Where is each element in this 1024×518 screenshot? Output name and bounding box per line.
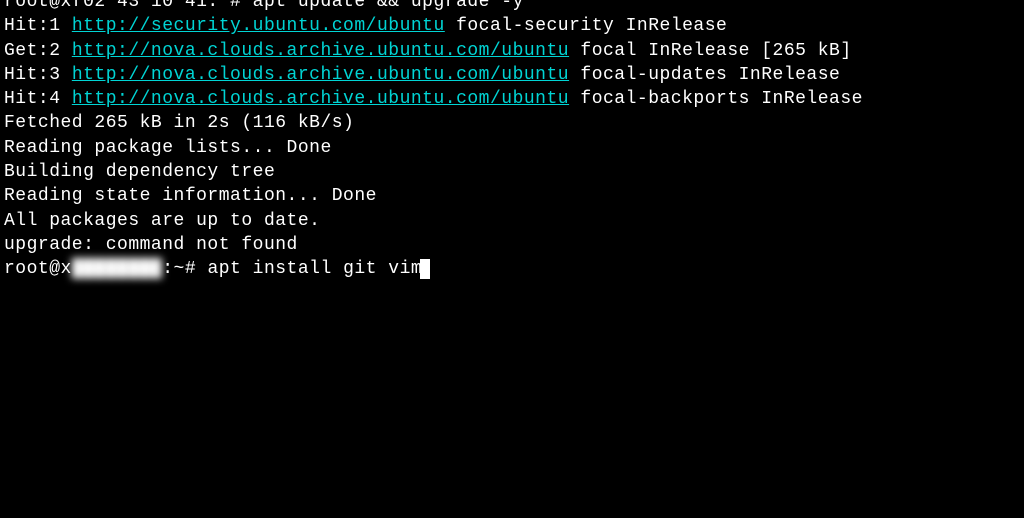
output-line: Hit:3 http://nova.clouds.archive.ubuntu.… <box>4 63 1020 87</box>
output-line: Reading state information... Done <box>4 184 1020 208</box>
repo-url: http://nova.clouds.archive.ubuntu.com/ub… <box>72 65 569 85</box>
hit-prefix: Get:2 <box>4 41 72 61</box>
repo-url: http://security.ubuntu.com/ubuntu <box>72 16 445 36</box>
prompt-hostname-blurred: ████████ <box>72 257 162 281</box>
hit-prefix: Hit:3 <box>4 65 72 85</box>
terminal[interactable]: root@xf02 43 10 41: # apt update && upgr… <box>4 0 1020 282</box>
output-line: Reading package lists... Done <box>4 136 1020 160</box>
output-line: Fetched 265 kB in 2s (116 kB/s) <box>4 111 1020 135</box>
repo-url: http://nova.clouds.archive.ubuntu.com/ub… <box>72 89 569 109</box>
cursor <box>420 259 430 279</box>
hit-prefix: Hit:1 <box>4 16 72 36</box>
hit-suffix: focal-updates InRelease <box>569 65 840 85</box>
output-line: root@xf02 43 10 41: # apt update && upgr… <box>4 0 1020 14</box>
output-line: Get:2 http://nova.clouds.archive.ubuntu.… <box>4 39 1020 63</box>
repo-url: http://nova.clouds.archive.ubuntu.com/ub… <box>72 41 569 61</box>
output-line: upgrade: command not found <box>4 233 1020 257</box>
output-line: Hit:1 http://security.ubuntu.com/ubuntu … <box>4 14 1020 38</box>
hit-prefix: Hit:4 <box>4 89 72 109</box>
hit-suffix: focal InRelease [265 kB] <box>569 41 852 61</box>
output-line: Hit:4 http://nova.clouds.archive.ubuntu.… <box>4 87 1020 111</box>
output-line: All packages are up to date. <box>4 209 1020 233</box>
prompt-command: :~# apt install git vim <box>162 259 422 279</box>
hit-suffix: focal-backports InRelease <box>569 89 863 109</box>
prompt-user: root@x <box>4 259 72 279</box>
prompt-line[interactable]: root@x████████:~# apt install git vim <box>4 257 1020 281</box>
hit-suffix: focal-security InRelease <box>445 16 728 36</box>
output-line: Building dependency tree <box>4 160 1020 184</box>
